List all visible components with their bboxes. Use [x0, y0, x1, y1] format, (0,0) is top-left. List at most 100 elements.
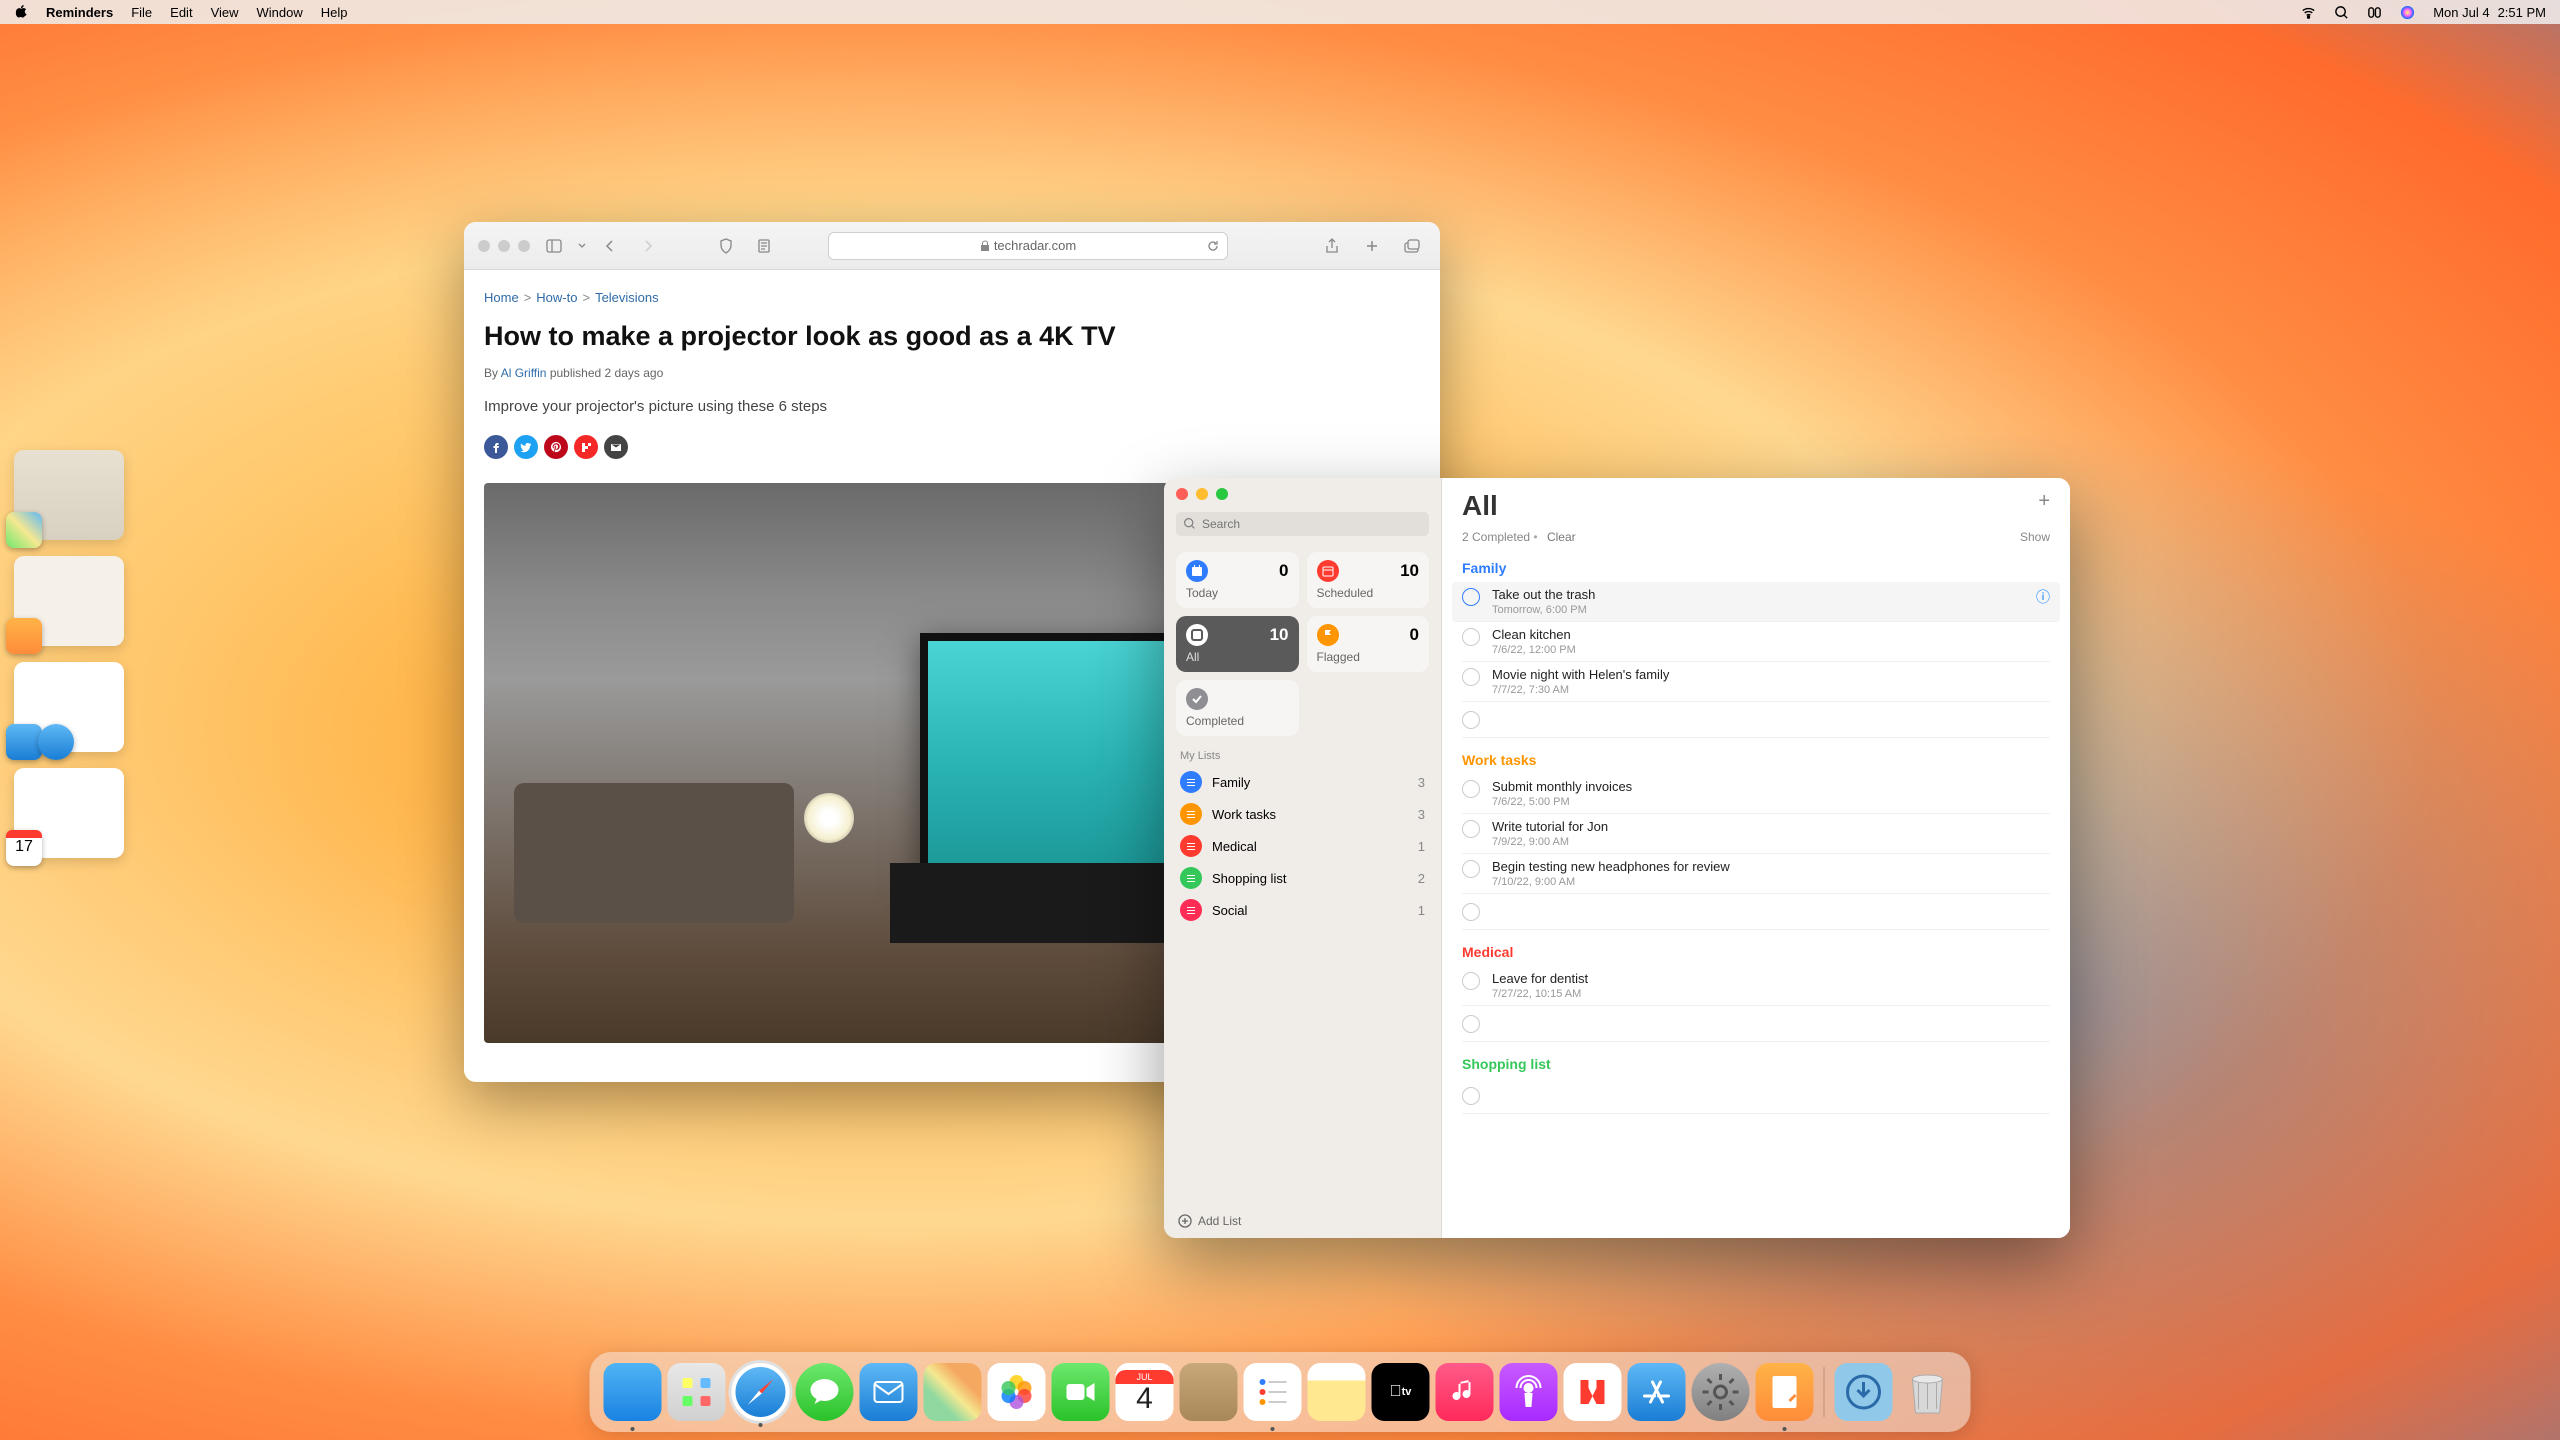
clear-button[interactable]: Clear	[1547, 530, 1576, 544]
reminder-item[interactable]: Begin testing new headphones for review7…	[1462, 854, 2050, 894]
reload-icon[interactable]	[1207, 240, 1219, 252]
dock-pages[interactable]	[1756, 1363, 1814, 1421]
dock-notes[interactable]	[1308, 1363, 1366, 1421]
smart-list-completed[interactable]: Completed	[1176, 680, 1299, 736]
minimize-button[interactable]	[498, 240, 510, 252]
apple-logo-icon[interactable]	[14, 5, 28, 19]
dock-appstore[interactable]	[1628, 1363, 1686, 1421]
reminder-item-empty[interactable]	[1462, 1078, 2050, 1114]
menu-help[interactable]: Help	[321, 5, 348, 20]
dock-trash[interactable]	[1899, 1363, 1957, 1421]
wifi-icon[interactable]	[2301, 5, 2316, 20]
spotlight-icon[interactable]	[2334, 5, 2349, 20]
reminder-checkbox[interactable]	[1462, 1015, 1480, 1033]
dock-photos[interactable]	[988, 1363, 1046, 1421]
smart-list-scheduled[interactable]: 10 Scheduled	[1307, 552, 1430, 608]
stage-thumb-pages[interactable]	[14, 556, 124, 646]
reminder-item-empty[interactable]	[1462, 1006, 2050, 1042]
menubar-app-name[interactable]: Reminders	[46, 5, 113, 20]
dock-calendar[interactable]: JUL4	[1116, 1363, 1174, 1421]
reader-icon[interactable]	[750, 235, 778, 257]
dock-maps[interactable]	[924, 1363, 982, 1421]
dock-news[interactable]	[1564, 1363, 1622, 1421]
list-item[interactable]: Social1	[1172, 894, 1433, 926]
reminder-checkbox[interactable]	[1462, 820, 1480, 838]
tabs-icon[interactable]	[1398, 235, 1426, 257]
breadcrumb-howto[interactable]: How-to	[536, 290, 577, 305]
reminder-checkbox[interactable]	[1462, 972, 1480, 990]
dock-launchpad[interactable]	[668, 1363, 726, 1421]
chevron-down-icon[interactable]	[578, 242, 586, 250]
reminder-checkbox[interactable]	[1462, 711, 1480, 729]
reminder-list[interactable]: FamilyTake out the trashTomorrow, 6:00 P…	[1442, 554, 2070, 1238]
list-item[interactable]: Shopping list2	[1172, 862, 1433, 894]
close-button[interactable]	[478, 240, 490, 252]
dock-contacts[interactable]	[1180, 1363, 1238, 1421]
stage-thumb-maps[interactable]	[14, 450, 124, 540]
menubar-datetime[interactable]: Mon Jul 4 2:51 PM	[2433, 5, 2546, 20]
menu-view[interactable]: View	[211, 5, 239, 20]
smart-list-flagged[interactable]: 0 Flagged	[1307, 616, 1430, 672]
menu-window[interactable]: Window	[257, 5, 303, 20]
reminder-checkbox[interactable]	[1462, 668, 1480, 686]
dock-reminders[interactable]	[1244, 1363, 1302, 1421]
search-input[interactable]	[1176, 512, 1429, 536]
dock-safari[interactable]	[732, 1363, 790, 1421]
dock-finder[interactable]	[604, 1363, 662, 1421]
dock-music[interactable]	[1436, 1363, 1494, 1421]
dock-downloads[interactable]	[1835, 1363, 1893, 1421]
safari-url-field[interactable]: techradar.com	[828, 232, 1228, 260]
minimize-button[interactable]	[1196, 488, 1208, 500]
reminder-checkbox[interactable]	[1462, 860, 1480, 878]
dock-tv[interactable]: 􀣺tv	[1372, 1363, 1430, 1421]
maximize-button[interactable]	[518, 240, 530, 252]
back-icon[interactable]	[596, 235, 624, 257]
info-icon[interactable]: ⓘ	[2036, 587, 2050, 607]
reminder-item[interactable]: Leave for dentist7/27/22, 10:15 AM	[1462, 966, 2050, 1006]
menu-edit[interactable]: Edit	[170, 5, 192, 20]
breadcrumb-televisions[interactable]: Televisions	[595, 290, 659, 305]
reminder-checkbox[interactable]	[1462, 1087, 1480, 1105]
show-button[interactable]: Show	[2020, 530, 2050, 544]
reminder-item-empty[interactable]	[1462, 702, 2050, 738]
close-button[interactable]	[1176, 488, 1188, 500]
pinterest-icon[interactable]	[544, 435, 568, 459]
facebook-icon[interactable]	[484, 435, 508, 459]
share-icon[interactable]	[1318, 235, 1346, 257]
siri-icon[interactable]	[2400, 5, 2415, 20]
reminder-item[interactable]: Write tutorial for Jon7/9/22, 9:00 AM	[1462, 814, 2050, 854]
stage-thumb-calendar[interactable]: 17	[14, 768, 124, 858]
reminder-item[interactable]: Take out the trashTomorrow, 6:00 PMⓘ	[1452, 582, 2060, 622]
list-item[interactable]: Medical1	[1172, 830, 1433, 862]
sidebar-icon[interactable]	[540, 235, 568, 257]
menu-file[interactable]: File	[131, 5, 152, 20]
reminder-checkbox[interactable]	[1462, 780, 1480, 798]
smart-list-today[interactable]: 0 Today	[1176, 552, 1299, 608]
stage-thumb-appstore[interactable]	[14, 662, 124, 752]
dock-mail[interactable]	[860, 1363, 918, 1421]
maximize-button[interactable]	[1216, 488, 1228, 500]
email-icon[interactable]	[604, 435, 628, 459]
list-item[interactable]: Work tasks3	[1172, 798, 1433, 830]
new-tab-icon[interactable]	[1358, 235, 1386, 257]
dock-messages[interactable]	[796, 1363, 854, 1421]
reminder-item[interactable]: Movie night with Helen's family7/7/22, 7…	[1462, 662, 2050, 702]
author-link[interactable]: Al Griffin	[501, 366, 547, 380]
control-center-icon[interactable]	[2367, 5, 2382, 20]
dock-settings[interactable]	[1692, 1363, 1750, 1421]
dock-facetime[interactable]	[1052, 1363, 1110, 1421]
smart-list-all[interactable]: 10 All	[1176, 616, 1299, 672]
twitter-icon[interactable]	[514, 435, 538, 459]
reminder-checkbox[interactable]	[1462, 588, 1480, 606]
reminder-item[interactable]: Submit monthly invoices7/6/22, 5:00 PM	[1462, 774, 2050, 814]
add-reminder-button[interactable]: +	[2038, 490, 2050, 513]
shield-icon[interactable]	[712, 235, 740, 257]
forward-icon[interactable]	[634, 235, 662, 257]
reminder-item-empty[interactable]	[1462, 894, 2050, 930]
reminder-checkbox[interactable]	[1462, 903, 1480, 921]
reminder-item[interactable]: Clean kitchen7/6/22, 12:00 PM	[1462, 622, 2050, 662]
breadcrumb-home[interactable]: Home	[484, 290, 519, 305]
add-list-button[interactable]: Add List	[1164, 1204, 1441, 1238]
flipboard-icon[interactable]	[574, 435, 598, 459]
reminder-checkbox[interactable]	[1462, 628, 1480, 646]
